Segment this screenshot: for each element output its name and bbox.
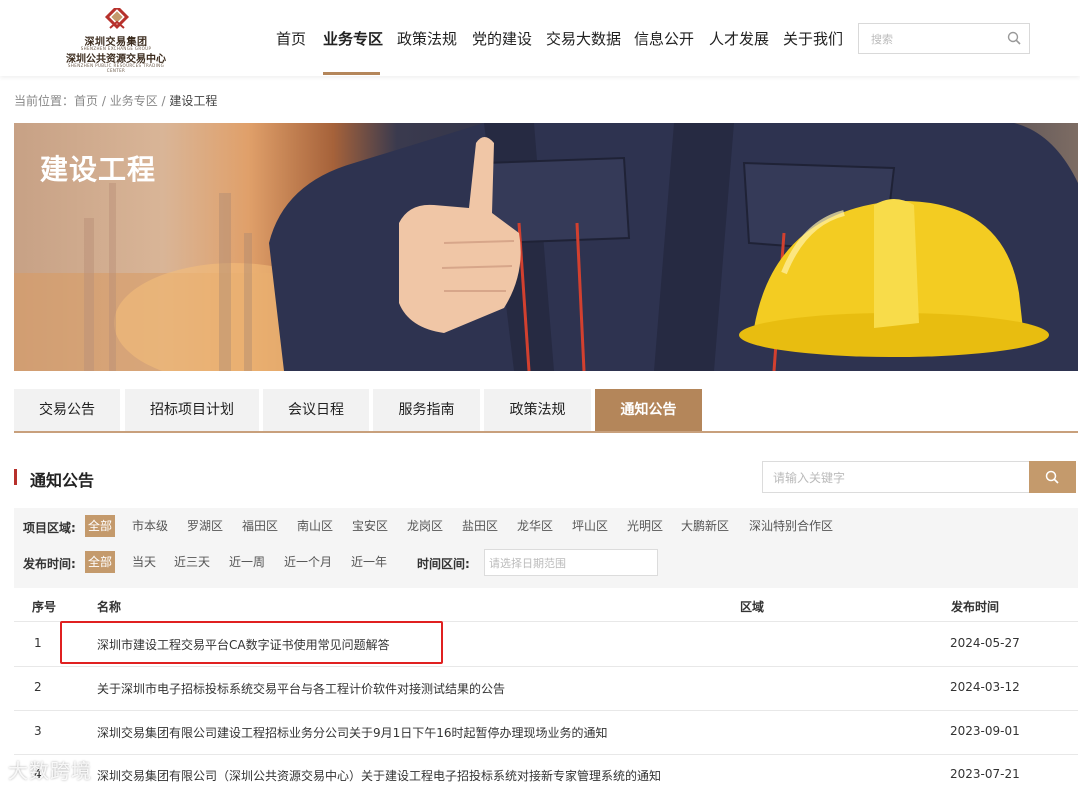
row-date: 2023-09-01	[950, 724, 1020, 738]
column-header-name: 名称	[97, 600, 122, 614]
search-icon	[1045, 470, 1059, 484]
site-search	[858, 23, 1030, 55]
region-filter-label: 项目区域:	[23, 521, 76, 535]
row-date: 2023-07-21	[950, 767, 1020, 781]
banner-title: 建设工程	[40, 153, 157, 186]
watermark-text: 大数跨境	[8, 759, 92, 783]
nav-item-big-data[interactable]: 交易大数据	[546, 28, 621, 49]
region-option[interactable]: 市本级	[129, 515, 171, 537]
tab-notice[interactable]: 通知公告	[595, 389, 702, 431]
logo-emblem-icon	[104, 8, 130, 30]
date-range-input[interactable]	[485, 550, 651, 577]
date-range-field	[484, 549, 658, 577]
time-option[interactable]: 当天	[129, 551, 159, 573]
page-banner: 建设工程	[14, 123, 1078, 371]
column-header-region: 区域	[740, 600, 765, 614]
breadcrumb-current: 建设工程	[169, 94, 218, 108]
column-header-index: 序号	[32, 600, 57, 614]
row-title-link[interactable]: 深圳交易集团有限公司（深圳公共资源交易中心）关于建设工程电子招投标系统对接新专家…	[97, 767, 661, 784]
region-option[interactable]: 龙岗区	[404, 515, 446, 537]
nav-item-business[interactable]: 业务专区	[323, 28, 383, 49]
region-option[interactable]: 大鹏新区	[678, 515, 732, 537]
column-header-date: 发布时间	[951, 600, 1000, 614]
time-option[interactable]: 近一年	[348, 551, 390, 573]
row-date: 2024-05-27	[950, 636, 1020, 650]
search-icon[interactable]	[1007, 31, 1021, 45]
region-option[interactable]: 罗湖区	[184, 515, 226, 537]
site-logo[interactable]: 深圳交易集团 SHENZHEN EXCHANGE GROUP 深圳公共资源交易中…	[58, 8, 178, 73]
row-title-link[interactable]: 深圳交易集团有限公司建设工程招标业务分公司关于9月1日下午16时起暂停办理现场业…	[97, 724, 608, 741]
region-option[interactable]: 深汕特别合作区	[746, 515, 836, 537]
breadcrumb-home[interactable]: 首页	[74, 94, 98, 108]
nav-item-talent[interactable]: 人才发展	[709, 28, 769, 49]
tab-policy[interactable]: 政策法规	[484, 389, 591, 431]
logo-english-center: SHENZHEN PUBLIC RESOURCES TRADING CENTER	[67, 63, 165, 73]
region-option[interactable]: 南山区	[294, 515, 336, 537]
table-row[interactable]: 2 关于深圳市电子招标投标系统交易平台与各工程计价软件对接测试结果的公告 202…	[14, 666, 1078, 711]
nav-item-party[interactable]: 党的建设	[472, 28, 532, 49]
region-option[interactable]: 福田区	[239, 515, 281, 537]
breadcrumb-prefix: 当前位置：	[14, 94, 75, 108]
time-filter-label: 发布时间:	[23, 557, 76, 571]
site-header: 深圳交易集团 SHENZHEN EXCHANGE GROUP 深圳公共资源交易中…	[0, 0, 1080, 76]
region-option[interactable]: 宝安区	[349, 515, 391, 537]
time-option[interactable]: 近一周	[226, 551, 268, 573]
time-option[interactable]: 近一个月	[281, 551, 335, 573]
site-search-input[interactable]	[859, 24, 1013, 55]
nav-active-indicator	[323, 72, 380, 75]
banner-worker-illustration	[14, 123, 1078, 371]
tab-meeting-schedule[interactable]: 会议日程	[263, 389, 369, 431]
nav-item-about[interactable]: 关于我们	[783, 28, 843, 49]
date-range-label: 时间区间:	[417, 557, 470, 571]
section-title: 通知公告	[30, 471, 95, 490]
tab-trade-notice[interactable]: 交易公告	[14, 389, 120, 431]
row-index: 1	[34, 636, 42, 650]
region-option[interactable]: 光明区	[624, 515, 666, 537]
time-option[interactable]: 近三天	[171, 551, 213, 573]
breadcrumb-business[interactable]: 业务专区	[110, 94, 158, 108]
nav-item-disclosure[interactable]: 信息公开	[634, 28, 694, 49]
keyword-search-button[interactable]	[1029, 461, 1076, 493]
region-option[interactable]: 盐田区	[459, 515, 501, 537]
annotation-highlight-box	[60, 621, 443, 664]
tab-service-guide[interactable]: 服务指南	[373, 389, 480, 431]
nav-item-home[interactable]: 首页	[276, 28, 306, 49]
time-option-all[interactable]: 全部	[85, 551, 116, 573]
region-option-all[interactable]: 全部	[85, 515, 116, 537]
row-index: 2	[34, 680, 42, 694]
region-option[interactable]: 坪山区	[569, 515, 611, 537]
tab-bidding-plan[interactable]: 招标项目计划	[125, 389, 259, 431]
region-option[interactable]: 龙华区	[514, 515, 556, 537]
breadcrumb-separator: /	[98, 94, 110, 108]
table-row[interactable]: 3 深圳交易集团有限公司建设工程招标业务分公司关于9月1日下午16时起暂停办理现…	[14, 710, 1078, 755]
breadcrumb-separator: /	[157, 94, 170, 108]
row-title-link[interactable]: 关于深圳市电子招标投标系统交易平台与各工程计价软件对接测试结果的公告	[97, 680, 505, 697]
keyword-input[interactable]	[763, 462, 1025, 494]
row-date: 2024-03-12	[950, 680, 1020, 694]
breadcrumb: 当前位置：首页 / 业务专区 / 建设工程	[14, 92, 217, 109]
nav-item-policy[interactable]: 政策法规	[397, 28, 457, 49]
section-marker	[14, 469, 17, 485]
table-row[interactable]: 4 深圳交易集团有限公司（深圳公共资源交易中心）关于建设工程电子招投标系统对接新…	[14, 753, 1078, 797]
keyword-search	[762, 461, 1030, 494]
tabs-divider	[14, 431, 1078, 433]
row-index: 3	[34, 724, 42, 738]
